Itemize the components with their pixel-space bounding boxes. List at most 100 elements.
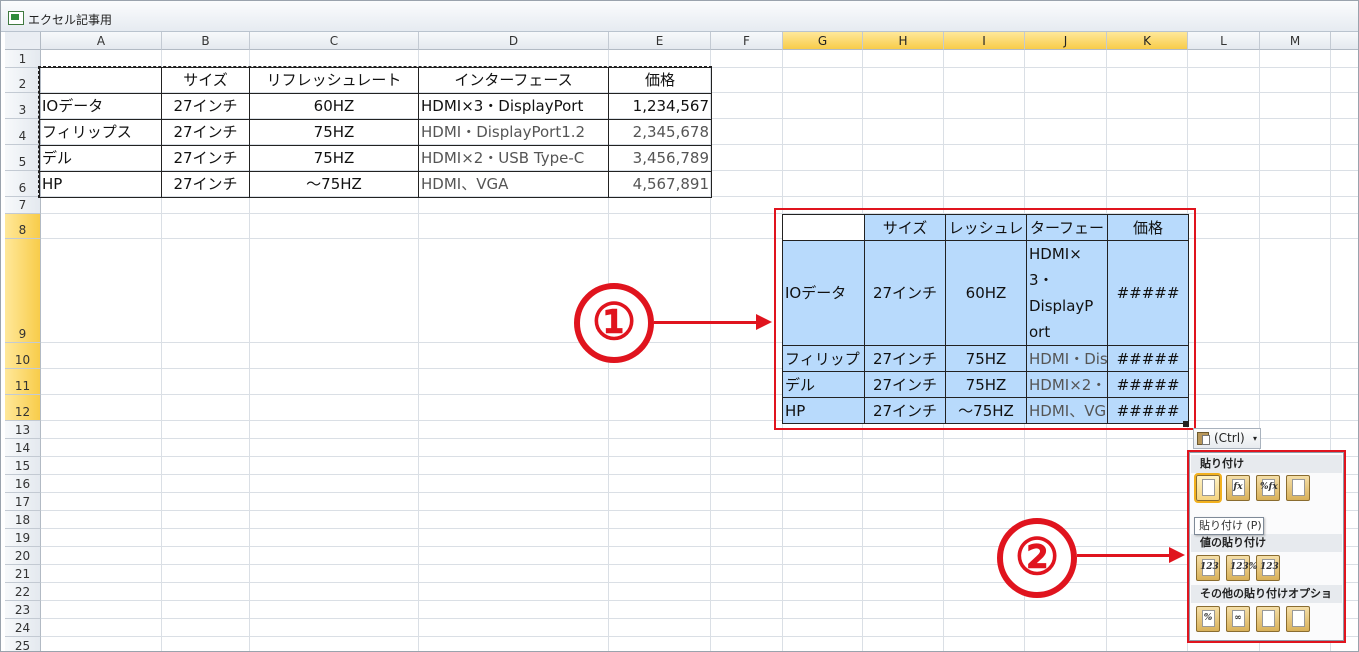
row-header-18[interactable]: 18 (5, 511, 41, 529)
row-header-11[interactable]: 11 (5, 369, 41, 395)
row-number: 2 (18, 77, 27, 91)
row-number: 4 (18, 129, 27, 143)
row-number: 7 (18, 198, 27, 212)
source-cell[interactable]: IOデータ (39, 93, 162, 120)
source-cell[interactable]: デル (39, 145, 162, 172)
gridline-horizontal (41, 582, 1358, 583)
source-cell[interactable]: 1,234,567 (608, 93, 712, 120)
row-header-21[interactable]: 21 (5, 565, 41, 583)
column-header-blank (1331, 32, 1358, 50)
row-header-17[interactable]: 17 (5, 493, 41, 511)
icon-glyph: ∞ (1234, 613, 1242, 623)
gridline-horizontal (41, 600, 1358, 601)
row-number: 10 (14, 353, 31, 367)
column-header-c[interactable]: C (250, 32, 419, 50)
source-cell[interactable]: HDMI、VGA (418, 171, 609, 198)
row-header-1[interactable]: 1 (5, 50, 41, 68)
source-header-cell[interactable]: インターフェース (418, 67, 609, 94)
column-header-m[interactable]: M (1260, 32, 1331, 50)
icon-glyph: 123 (1200, 562, 1219, 572)
row-header-4[interactable]: 4 (5, 119, 41, 145)
gridline-horizontal (41, 546, 1358, 547)
column-header-a[interactable]: A (41, 32, 162, 50)
row-header-23[interactable]: 23 (5, 601, 41, 619)
row-header-9[interactable]: 9 (5, 239, 41, 343)
icon-glyph: % (1203, 613, 1213, 623)
source-cell[interactable]: HDMI・DisplayPort1.2 (418, 119, 609, 146)
source-cell[interactable]: ～75HZ (249, 171, 419, 198)
source-cell[interactable]: 60HZ (249, 93, 419, 120)
row-header-14[interactable]: 14 (5, 439, 41, 457)
source-header-cell[interactable] (39, 67, 162, 94)
source-cell[interactable]: 75HZ (249, 145, 419, 172)
column-header-f[interactable]: F (711, 32, 783, 50)
row-header-6[interactable]: 6 (5, 171, 41, 197)
row-header-15[interactable]: 15 (5, 457, 41, 475)
row-header-20[interactable]: 20 (5, 547, 41, 565)
source-cell[interactable]: HDMI×2・USB Type-C (418, 145, 609, 172)
row-header-7[interactable]: 7 (5, 197, 41, 214)
excel-icon (8, 11, 24, 25)
window-title: エクセル記事用 (28, 13, 113, 27)
icon-glyph: %fx (1260, 482, 1278, 492)
source-header-cell[interactable]: リフレッシュレート (249, 67, 419, 94)
row-number: 24 (14, 621, 31, 635)
source-cell[interactable]: フィリップス (39, 119, 162, 146)
row-number: 1 (18, 52, 27, 66)
row-number: 23 (14, 603, 31, 617)
icon-glyph: 123 (1260, 562, 1279, 572)
gridline-horizontal (41, 528, 1358, 529)
source-cell[interactable]: 75HZ (249, 119, 419, 146)
column-header-i[interactable]: I (944, 32, 1025, 50)
source-header-cell[interactable]: サイズ (161, 67, 250, 94)
source-header-cell[interactable]: 価格 (608, 67, 712, 94)
paste-options-button[interactable]: (Ctrl) ▾ (1193, 428, 1261, 449)
row-number: 3 (18, 103, 27, 117)
row-number: 9 (18, 327, 27, 341)
row-number: 19 (14, 531, 31, 545)
row-number: 5 (18, 155, 27, 169)
gridline-horizontal (41, 492, 1358, 493)
row-header-2[interactable]: 2 (5, 68, 41, 93)
column-header-e[interactable]: E (609, 32, 711, 50)
fill-handle[interactable] (1183, 421, 1189, 427)
row-header-13[interactable]: 13 (5, 421, 41, 439)
source-cell[interactable]: 3,456,789 (608, 145, 712, 172)
row-header-24[interactable]: 24 (5, 619, 41, 637)
row-number: 22 (14, 585, 31, 599)
arrow-1 (654, 314, 772, 330)
source-cell[interactable]: HDMI×3・DisplayPort (418, 93, 609, 120)
source-table: サイズ リフレッシュレート インターフェース 価格 IOデータ 27インチ 60HZ HDMI… (39, 67, 712, 198)
column-header-g[interactable]: G (783, 32, 863, 50)
row-header-5[interactable]: 5 (5, 145, 41, 171)
row-number: 11 (14, 379, 31, 393)
source-cell[interactable]: 27インチ (161, 171, 250, 198)
row-number: 16 (14, 477, 31, 491)
column-header-b[interactable]: B (162, 32, 250, 50)
row-header-10[interactable]: 10 (5, 343, 41, 369)
select-all-corner[interactable] (5, 32, 41, 50)
source-cell[interactable]: 27インチ (161, 145, 250, 172)
column-header-l[interactable]: L (1188, 32, 1260, 50)
column-header-d[interactable]: D (419, 32, 609, 50)
row-header-12[interactable]: 12 (5, 395, 41, 421)
source-cell[interactable]: 27インチ (161, 119, 250, 146)
clipboard-icon (1197, 432, 1210, 445)
column-header-j[interactable]: J (1025, 32, 1107, 50)
row-header-3[interactable]: 3 (5, 93, 41, 119)
source-cell[interactable]: 27インチ (161, 93, 250, 120)
highlight-box-pasted-table (774, 208, 1196, 430)
row-number: 20 (14, 549, 31, 563)
source-cell[interactable]: HP (39, 171, 162, 198)
source-cell[interactable]: 4,567,891 (608, 171, 712, 198)
column-header-h[interactable]: H (863, 32, 944, 50)
row-header-25[interactable]: 25 (5, 637, 41, 651)
source-cell[interactable]: 2,345,678 (608, 119, 712, 146)
row-header-8[interactable]: 8 (5, 214, 41, 239)
row-header-22[interactable]: 22 (5, 583, 41, 601)
row-header-19[interactable]: 19 (5, 529, 41, 547)
row-header-16[interactable]: 16 (5, 475, 41, 493)
row-number: 17 (14, 495, 31, 509)
column-header-k[interactable]: K (1107, 32, 1188, 50)
gridline-horizontal (41, 474, 1358, 475)
